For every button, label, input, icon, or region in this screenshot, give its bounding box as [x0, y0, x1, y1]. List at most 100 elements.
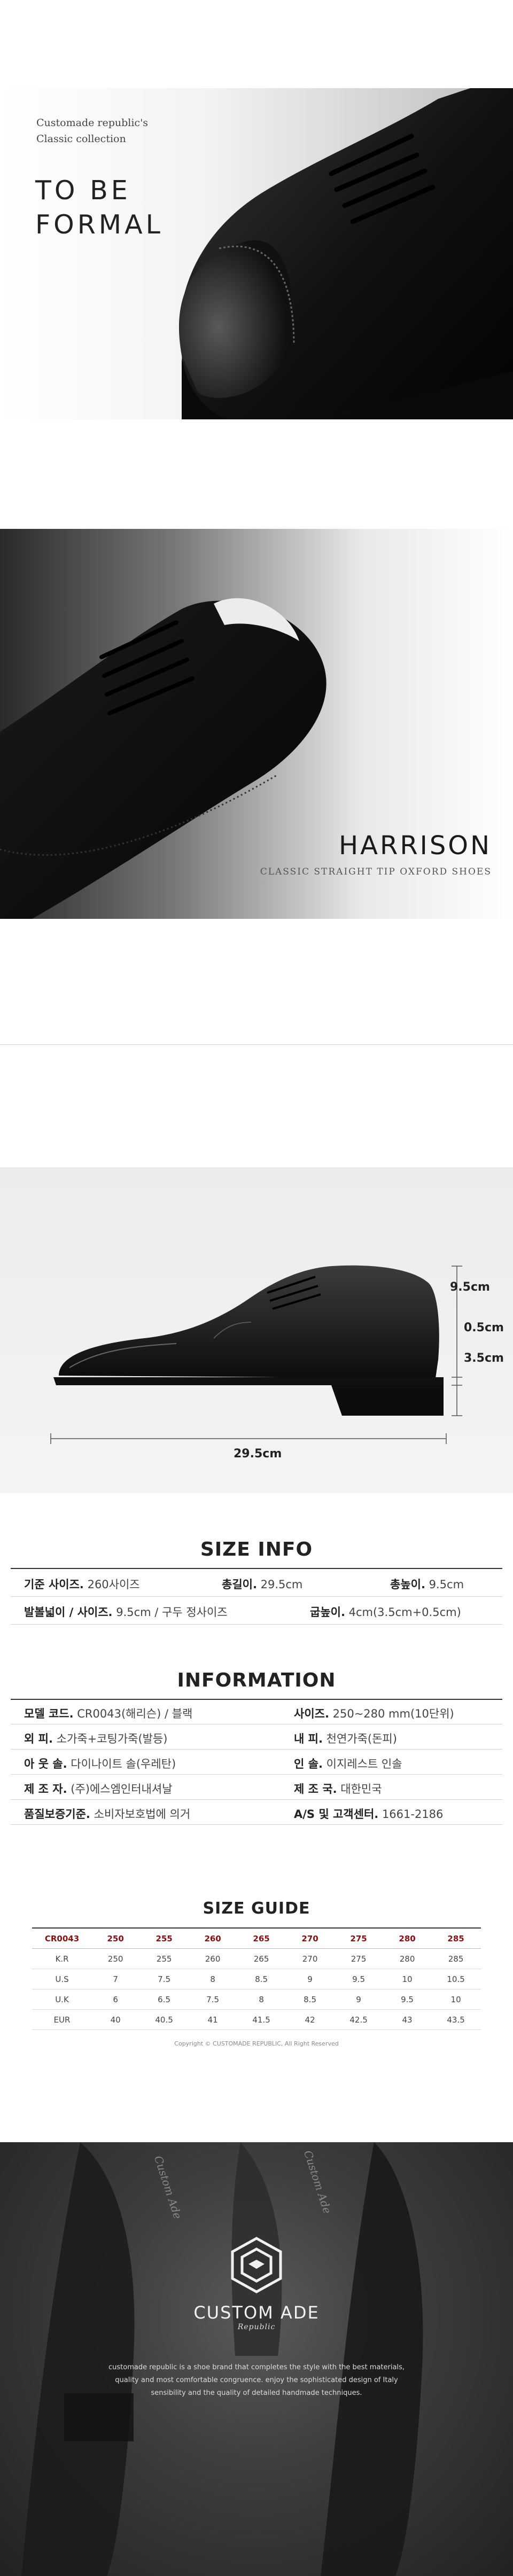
measurement-section: 9.5cm 0.5cm 3.5cm 29.5cm — [0, 1167, 513, 1493]
info-size-range: 사이즈. 250~280 mm(10단위) — [294, 1707, 454, 1720]
hero-tagline-line1: Customade republic's — [36, 117, 149, 129]
table-cell: 260 — [189, 1948, 237, 1969]
brand-name: CUSTOM ADE — [193, 2302, 320, 2323]
table-cell: 41 — [189, 2009, 237, 2030]
size-info-heel-height: 굽높이. 4cm(3.5cm+0.5cm) — [310, 1606, 461, 1619]
hero-headline: TO BE FORMAL — [35, 174, 164, 242]
hero-banner: Customade republic's Classic collection … — [0, 88, 513, 419]
table-cell: 250 — [92, 1948, 139, 1969]
table-cell: 270 — [286, 1948, 334, 1969]
info-upper: 외 피. 소가죽+코팅가죽(발등) — [24, 1732, 168, 1745]
info-lining: 내 피. 천연가죽(돈피) — [294, 1732, 397, 1745]
table-cell: 255 — [139, 1948, 189, 1969]
size-guide-title: SIZE GUIDE — [203, 1899, 310, 1918]
shoes-background-image — [21, 2142, 423, 2576]
size-info-title: SIZE INFO — [200, 1539, 313, 1560]
brand-description: customade republic is a shoe brand that … — [96, 2361, 417, 2400]
table-cell: 275 — [333, 1948, 384, 1969]
table-cell: 8 — [189, 1969, 237, 1989]
copyright-text: Copyright © CUSTOMADE REPUBLIC, All Righ… — [174, 2040, 339, 2047]
table-row: U.S 7 7.5 8 8.5 9 9.5 10 10.5 — [32, 1969, 481, 1989]
table-cell: 8 — [236, 1989, 286, 2010]
table-cell: 285 — [431, 1948, 481, 1969]
product-subtitle: CLASSIC STRAIGHT TIP OXFORD SHOES — [260, 867, 492, 877]
info-insole: 인 솔. 이지레스트 인솔 — [294, 1758, 402, 1770]
table-cell: 42.5 — [333, 2009, 384, 2030]
product-name: HARRISON — [339, 831, 492, 861]
dimension-length: 29.5cm — [234, 1447, 282, 1461]
size-guide-header-cell: 285 — [431, 1927, 481, 1949]
hero-tagline-line2: Classic collection — [36, 133, 126, 145]
brand-script: Republic — [237, 2323, 276, 2331]
size-info-total-height: 총높이. 9.5cm — [390, 1578, 464, 1591]
info-outsole: 아 웃 솔. 다이나이트 솔(우레탄) — [24, 1758, 176, 1770]
size-guide-header-cell: 265 — [236, 1927, 286, 1949]
table-cell: 7.5 — [189, 1989, 237, 2010]
dimension-height-total: 9.5cm — [450, 1281, 490, 1294]
table-row: K.R 250 255 260 265 270 275 280 285 — [32, 1948, 481, 1969]
table-cell: 40 — [92, 2009, 139, 2030]
size-guide-header-cell: 260 — [189, 1927, 237, 1949]
size-guide-header-cell: 280 — [383, 1927, 431, 1949]
size-guide-header-cell: 270 — [286, 1927, 334, 1949]
harrison-banner: HARRISON CLASSIC STRAIGHT TIP OXFORD SHO… — [0, 529, 513, 919]
info-country: 제 조 국. 대한민국 — [294, 1783, 382, 1796]
table-cell: 43.5 — [431, 2009, 481, 2030]
table-cell: 10 — [431, 1989, 481, 2010]
information-row-divider — [11, 1799, 502, 1800]
table-row: U.K 6 6.5 7.5 8 8.5 9 9.5 10 — [32, 1989, 481, 2010]
table-cell: 9 — [333, 1989, 384, 2010]
information-row-divider — [11, 1774, 502, 1775]
size-info-ball-width: 발볼넓이 / 사이즈. 9.5cm / 구두 정사이즈 — [24, 1606, 228, 1619]
info-quality-guarantee: 품질보증기준. 소비자보호법에 의거 — [24, 1808, 191, 1821]
info-manufacturer: 제 조 자. (주)에스엠인터내셔날 — [24, 1783, 173, 1796]
table-cell: 6.5 — [139, 1989, 189, 2010]
size-info-total-length: 총길이. 29.5cm — [222, 1578, 303, 1591]
size-guide-header-cell: 275 — [333, 1927, 384, 1949]
size-guide-table: CR0043 250 255 260 265 270 275 280 285 K… — [32, 1927, 481, 2030]
table-cell: 42 — [286, 2009, 334, 2030]
table-cell: 40.5 — [139, 2009, 189, 2030]
brand-description-line: quality and most comfortable congruence.… — [115, 2376, 398, 2384]
hero-tagline: Customade republic's Classic collection — [36, 115, 148, 147]
size-guide-header-cell: 255 — [139, 1927, 189, 1949]
table-cell: 7 — [92, 1969, 139, 1989]
shoe-profile-image — [50, 1265, 462, 1444]
size-guide-header-row: CR0043 250 255 260 265 270 275 280 285 — [32, 1927, 481, 1949]
size-guide-header-cell: CR0043 — [32, 1927, 92, 1949]
table-cell: 8.5 — [286, 1989, 334, 2010]
table-cell: 41.5 — [236, 2009, 286, 2030]
size-info-row-divider — [11, 1596, 502, 1597]
table-cell: 8.5 — [236, 1969, 286, 1989]
table-cell: 280 — [383, 1948, 431, 1969]
hero-headline-line2: FORMAL — [35, 209, 164, 240]
brand-description-line: customade republic is a shoe brand that … — [108, 2363, 405, 2371]
information-bottom-border — [11, 1824, 502, 1825]
dimension-heel: 3.5cm — [464, 1352, 504, 1365]
table-cell: 265 — [236, 1948, 286, 1969]
table-cell: 9.5 — [383, 1989, 431, 2010]
brand-logo-icon — [231, 2237, 282, 2293]
table-cell: 9.5 — [333, 1969, 384, 1989]
info-customer-center: A/S 및 고객센터. 1661-2186 — [294, 1808, 444, 1821]
table-cell: 6 — [92, 1989, 139, 2010]
info-model-code: 모델 코드. CR0043(해리슨) / 블랙 — [24, 1707, 193, 1720]
size-info-bottom-border — [11, 1624, 502, 1625]
information-title: INFORMATION — [177, 1669, 336, 1691]
table-cell: 10.5 — [431, 1969, 481, 1989]
oxford-shoe-closeup-image — [178, 88, 513, 419]
size-info-top-border — [11, 1568, 502, 1569]
size-info-standard-size: 기준 사이즈. 260사이즈 — [24, 1578, 140, 1591]
information-row-divider — [11, 1749, 502, 1750]
table-cell: 7.5 — [139, 1969, 189, 1989]
table-cell: U.K — [32, 1989, 92, 2010]
table-row: EUR 40 40.5 41 41.5 42 42.5 43 43.5 — [32, 2009, 481, 2030]
size-guide-header-cell: 250 — [92, 1927, 139, 1949]
divider — [0, 1044, 513, 1045]
dimension-sole: 0.5cm — [464, 1321, 504, 1334]
information-top-border — [11, 1699, 502, 1700]
table-cell: 43 — [383, 2009, 431, 2030]
table-cell: 10 — [383, 1969, 431, 1989]
table-cell: K.R — [32, 1948, 92, 1969]
table-cell: EUR — [32, 2009, 92, 2030]
